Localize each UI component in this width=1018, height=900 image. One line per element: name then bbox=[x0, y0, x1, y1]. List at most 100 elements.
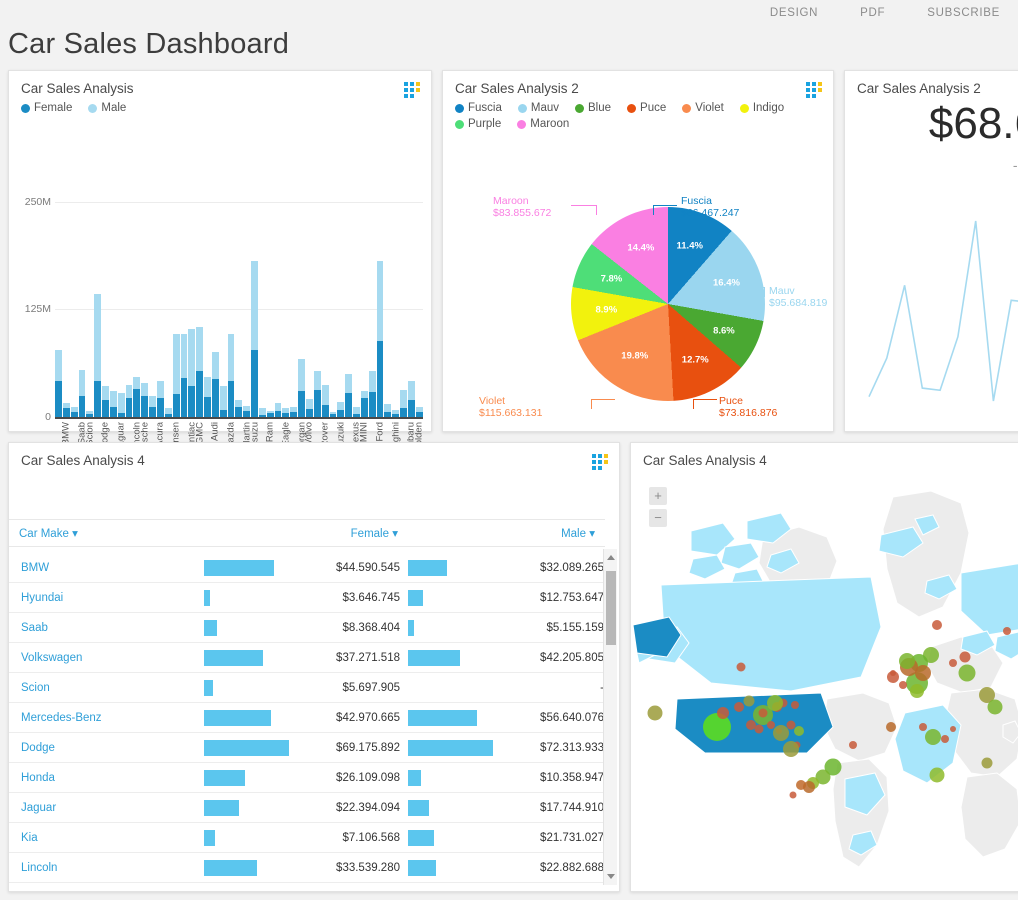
cell-car-make[interactable]: Honda bbox=[9, 772, 204, 784]
legend-item-mauv[interactable]: Mauv bbox=[517, 102, 559, 114]
bar-column[interactable] bbox=[141, 383, 149, 417]
cell-car-make[interactable]: Volkswagen bbox=[9, 652, 204, 664]
legend-item-violet[interactable]: Violet bbox=[682, 102, 724, 114]
map-bubble[interactable] bbox=[958, 664, 976, 682]
map-bubble[interactable] bbox=[767, 695, 783, 711]
column-header-car-make[interactable]: Car Make ▾ bbox=[9, 526, 204, 540]
scrollbar-thumb[interactable] bbox=[606, 571, 616, 645]
cell-car-make[interactable]: Lincoln bbox=[9, 862, 204, 874]
map-bubble[interactable] bbox=[910, 684, 924, 698]
bar-column[interactable] bbox=[102, 386, 109, 417]
bar-column[interactable] bbox=[156, 380, 164, 417]
bar-column[interactable] bbox=[298, 358, 305, 417]
legend-item-maroon[interactable]: Maroon bbox=[517, 118, 569, 130]
map-bubble[interactable] bbox=[1003, 627, 1011, 635]
bar-column[interactable] bbox=[313, 371, 321, 417]
bar-column[interactable] bbox=[172, 333, 180, 417]
bar-column[interactable] bbox=[306, 398, 313, 417]
map-bubble[interactable] bbox=[959, 651, 971, 663]
bar-column[interactable] bbox=[345, 374, 353, 417]
nav-subscribe[interactable]: SUBSCRIBE bbox=[927, 7, 1000, 19]
map-bubble[interactable] bbox=[783, 741, 799, 757]
map-bubble[interactable] bbox=[754, 724, 764, 734]
bar-column[interactable] bbox=[227, 334, 235, 417]
grid-icon[interactable] bbox=[806, 82, 822, 98]
table-row[interactable]: Lincoln $33.539.280 $22.882.688 bbox=[9, 853, 605, 883]
bar-column[interactable] bbox=[211, 351, 219, 417]
bar-column[interactable] bbox=[94, 294, 102, 417]
bar-column[interactable] bbox=[164, 408, 172, 417]
map-bubble[interactable] bbox=[717, 707, 729, 719]
cell-car-make[interactable]: Jaguar bbox=[9, 802, 204, 814]
cell-car-make[interactable]: Hyundai bbox=[9, 592, 204, 604]
bar-column[interactable] bbox=[274, 403, 282, 417]
nav-pdf[interactable]: PDF bbox=[860, 7, 885, 19]
nav-design[interactable]: DESIGN bbox=[770, 7, 818, 19]
map-bubble[interactable] bbox=[796, 780, 806, 790]
map-bubble[interactable] bbox=[890, 670, 896, 676]
grid-icon[interactable] bbox=[404, 82, 420, 98]
bar-column[interactable] bbox=[392, 410, 400, 417]
map-bubble[interactable] bbox=[929, 767, 945, 783]
map-bubble[interactable] bbox=[849, 741, 857, 749]
legend-item-fuscia[interactable]: Fuscia bbox=[455, 102, 502, 114]
bar-column[interactable] bbox=[149, 395, 156, 417]
bar-column[interactable] bbox=[196, 326, 204, 417]
map-bubble[interactable] bbox=[941, 735, 949, 743]
cell-car-make[interactable]: Scion bbox=[9, 682, 204, 694]
table-scrollbar[interactable] bbox=[603, 549, 617, 885]
table-row[interactable]: Volkswagen $37.271.518 $42.205.805 bbox=[9, 643, 605, 673]
map-bubble[interactable] bbox=[789, 791, 797, 799]
map-bubble[interactable] bbox=[736, 662, 746, 672]
column-header-male[interactable]: Male ▾ bbox=[408, 526, 605, 540]
cell-car-make[interactable]: Kia bbox=[9, 832, 204, 844]
bar-column[interactable] bbox=[219, 386, 227, 417]
bar-column[interactable] bbox=[337, 401, 345, 417]
table-row[interactable]: Dodge $69.175.892 $72.313.933 bbox=[9, 733, 605, 763]
bar-column[interactable] bbox=[251, 261, 258, 417]
bar-column[interactable] bbox=[180, 333, 188, 417]
bar-column[interactable] bbox=[290, 406, 298, 417]
legend-item-blue[interactable]: Blue bbox=[575, 102, 611, 114]
map-zoom-in-button[interactable]: + bbox=[649, 487, 667, 505]
cell-car-make[interactable]: Mercedes-Benz bbox=[9, 712, 204, 724]
map-bubble[interactable] bbox=[794, 726, 804, 736]
map-canvas[interactable] bbox=[631, 477, 1018, 891]
table-row[interactable]: Kia $7.106.568 $21.731.027 bbox=[9, 823, 605, 853]
chevron-down-icon[interactable]: ▾ bbox=[589, 528, 595, 540]
legend-item-purple[interactable]: Purple bbox=[455, 118, 501, 130]
map-bubble[interactable] bbox=[758, 708, 768, 718]
map-bubble[interactable] bbox=[734, 702, 744, 712]
map-bubble[interactable] bbox=[981, 757, 993, 769]
bar-column[interactable] bbox=[243, 405, 251, 417]
table-row[interactable]: Hyundai $3.646.745 $12.753.647 bbox=[9, 583, 605, 613]
map-bubble[interactable] bbox=[899, 681, 907, 689]
map-bubble[interactable] bbox=[915, 665, 931, 681]
map-bubble[interactable] bbox=[743, 695, 755, 707]
grid-icon[interactable] bbox=[592, 454, 608, 470]
bar-column[interactable] bbox=[70, 406, 78, 417]
map-bubble[interactable] bbox=[925, 729, 941, 745]
bar-column[interactable] bbox=[415, 406, 423, 417]
bar-column[interactable] bbox=[400, 389, 407, 417]
bar-column[interactable] bbox=[78, 369, 86, 417]
chevron-down-icon[interactable]: ▾ bbox=[72, 528, 78, 540]
bar-column[interactable] bbox=[376, 261, 384, 417]
bar-column[interactable] bbox=[384, 404, 392, 417]
map-bubble[interactable] bbox=[919, 723, 927, 731]
column-header-female[interactable]: Female ▾ bbox=[204, 526, 408, 540]
map-bubble[interactable] bbox=[950, 726, 956, 732]
bar-column[interactable] bbox=[188, 329, 196, 417]
map-bubble[interactable] bbox=[886, 722, 896, 732]
bar-column[interactable] bbox=[321, 385, 329, 417]
bar-column[interactable] bbox=[62, 403, 70, 417]
table-row[interactable]: Honda $26.109.098 $10.358.947 bbox=[9, 763, 605, 793]
bar-column[interactable] bbox=[117, 392, 125, 417]
bar-column[interactable] bbox=[353, 406, 360, 417]
table-row[interactable]: Saab $8.368.404 $5.155.159 bbox=[9, 613, 605, 643]
bar-column[interactable] bbox=[282, 407, 290, 417]
map-bubble[interactable] bbox=[949, 659, 957, 667]
scroll-up-arrow-icon[interactable] bbox=[607, 555, 615, 560]
cell-car-make[interactable]: Saab bbox=[9, 622, 204, 634]
map-bubble[interactable] bbox=[987, 699, 1003, 715]
